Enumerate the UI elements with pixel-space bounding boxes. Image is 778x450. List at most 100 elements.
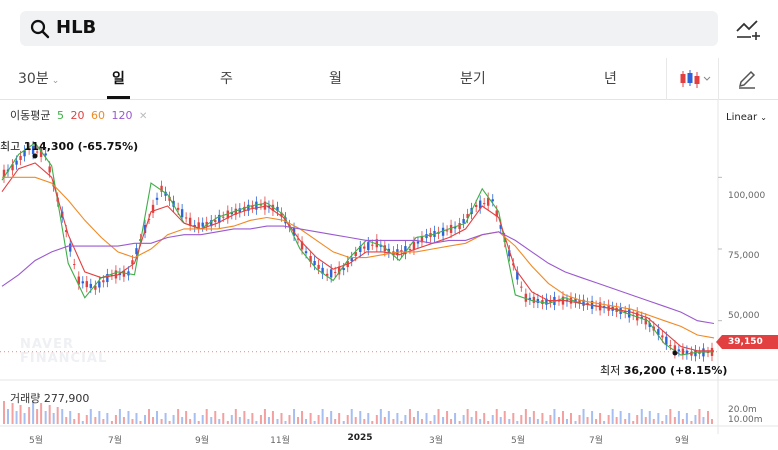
candle-body [482,203,486,205]
candle-body [201,222,204,227]
current-price-tag: 39,150 [716,335,778,349]
volume-bar [433,415,436,424]
volume-bar [363,419,366,424]
volume-bar [185,411,188,424]
tab-daily[interactable]: 일 [112,68,125,88]
candle-body [85,281,88,288]
candle-body [342,268,345,271]
volume-bar [156,411,159,424]
candle-body [155,197,159,200]
candle-body [114,270,118,279]
volume-bar [177,409,180,424]
volume-bar [7,409,9,424]
high-annotation: 최고 114,300 (-65.75%) [0,140,139,153]
search-bar[interactable]: HLB [20,11,718,46]
compare-chart-icon[interactable] [734,14,762,42]
volume-bar [247,419,250,424]
volume-bar [603,421,606,424]
volume-bar [148,409,151,424]
volume-bar [591,411,594,424]
volume-bar [574,421,577,424]
volume-bar [375,415,378,424]
volume-bar [89,409,92,424]
volume-bar [652,419,655,424]
volume-bar [313,421,316,424]
volume-bar [52,413,55,424]
volume-bar [321,409,324,424]
volume-bar [144,415,147,424]
volume-bar [267,417,270,424]
candle-body [329,269,333,278]
tab-weekly[interactable]: 주 [220,68,233,88]
tab-quarterly[interactable]: 분기 [460,68,486,88]
x-tick: 9월 [194,436,210,446]
volume-bar [189,419,192,424]
volume-bar [69,411,72,424]
volume-bar [586,417,589,424]
candle-body [665,336,668,345]
volume-bar [404,415,407,424]
candle-body [661,335,664,338]
volume-bar [387,411,390,424]
volume-bar [77,413,80,424]
divider [718,58,719,100]
candle-body [333,271,337,273]
volume-bar [681,419,684,424]
tab-30min[interactable]: 30분 ⌄ [18,68,59,88]
candle-body [180,209,184,218]
volume-bar [338,413,341,424]
tab-monthly[interactable]: 월 [329,68,342,88]
volume-bar [578,415,581,424]
volume-bar [73,419,76,424]
volume-bar [499,417,502,424]
volume-bar [565,419,568,424]
search-query[interactable]: HLB [56,17,96,38]
volume-bar [446,411,449,424]
volume-bar [420,419,423,424]
volume-bar [677,411,680,424]
volume-bar [462,415,465,424]
vol-tick: 20.0m [728,405,757,415]
candle-body [363,246,366,249]
volume-bar [334,419,337,424]
candle-body [520,286,523,288]
volume-bar [118,409,121,424]
volume-bar [454,413,457,424]
volume-bar [657,413,660,424]
volume-bar [495,409,498,424]
divider [666,58,667,100]
volume-bar [15,411,18,424]
volume-bar [503,411,506,424]
active-tab-indicator [107,96,130,99]
volume-bar [702,417,705,424]
x-tick: 11월 [270,436,290,446]
volume-bar [541,413,544,424]
volume-bar [263,409,266,424]
volume-bar [698,409,701,424]
volume-bar [595,419,598,424]
candle-body [69,243,72,252]
volume-bar [102,419,105,424]
volume-bar [3,401,5,424]
volume-bar [106,413,109,424]
volume-bar [354,417,357,424]
volume-bar [379,409,382,424]
volume-bar [644,417,647,424]
volume-bar [259,415,262,424]
tab-yearly[interactable]: 년 [604,68,617,88]
volume-bar [168,421,171,424]
volume-bar [661,421,664,424]
volume-bar [326,417,329,424]
volume-bar [288,415,291,424]
candle-body [317,264,320,269]
volume-bar [520,415,523,424]
volume-bar [536,419,539,424]
pencil-icon[interactable] [736,68,758,90]
volume-bar [65,417,68,424]
volume-bar [611,409,614,424]
candlestick-icon[interactable] [678,68,712,90]
volume-bar [122,417,125,424]
volume-bar [160,419,163,424]
volume-bar [648,411,651,424]
volume-bar [628,413,631,424]
